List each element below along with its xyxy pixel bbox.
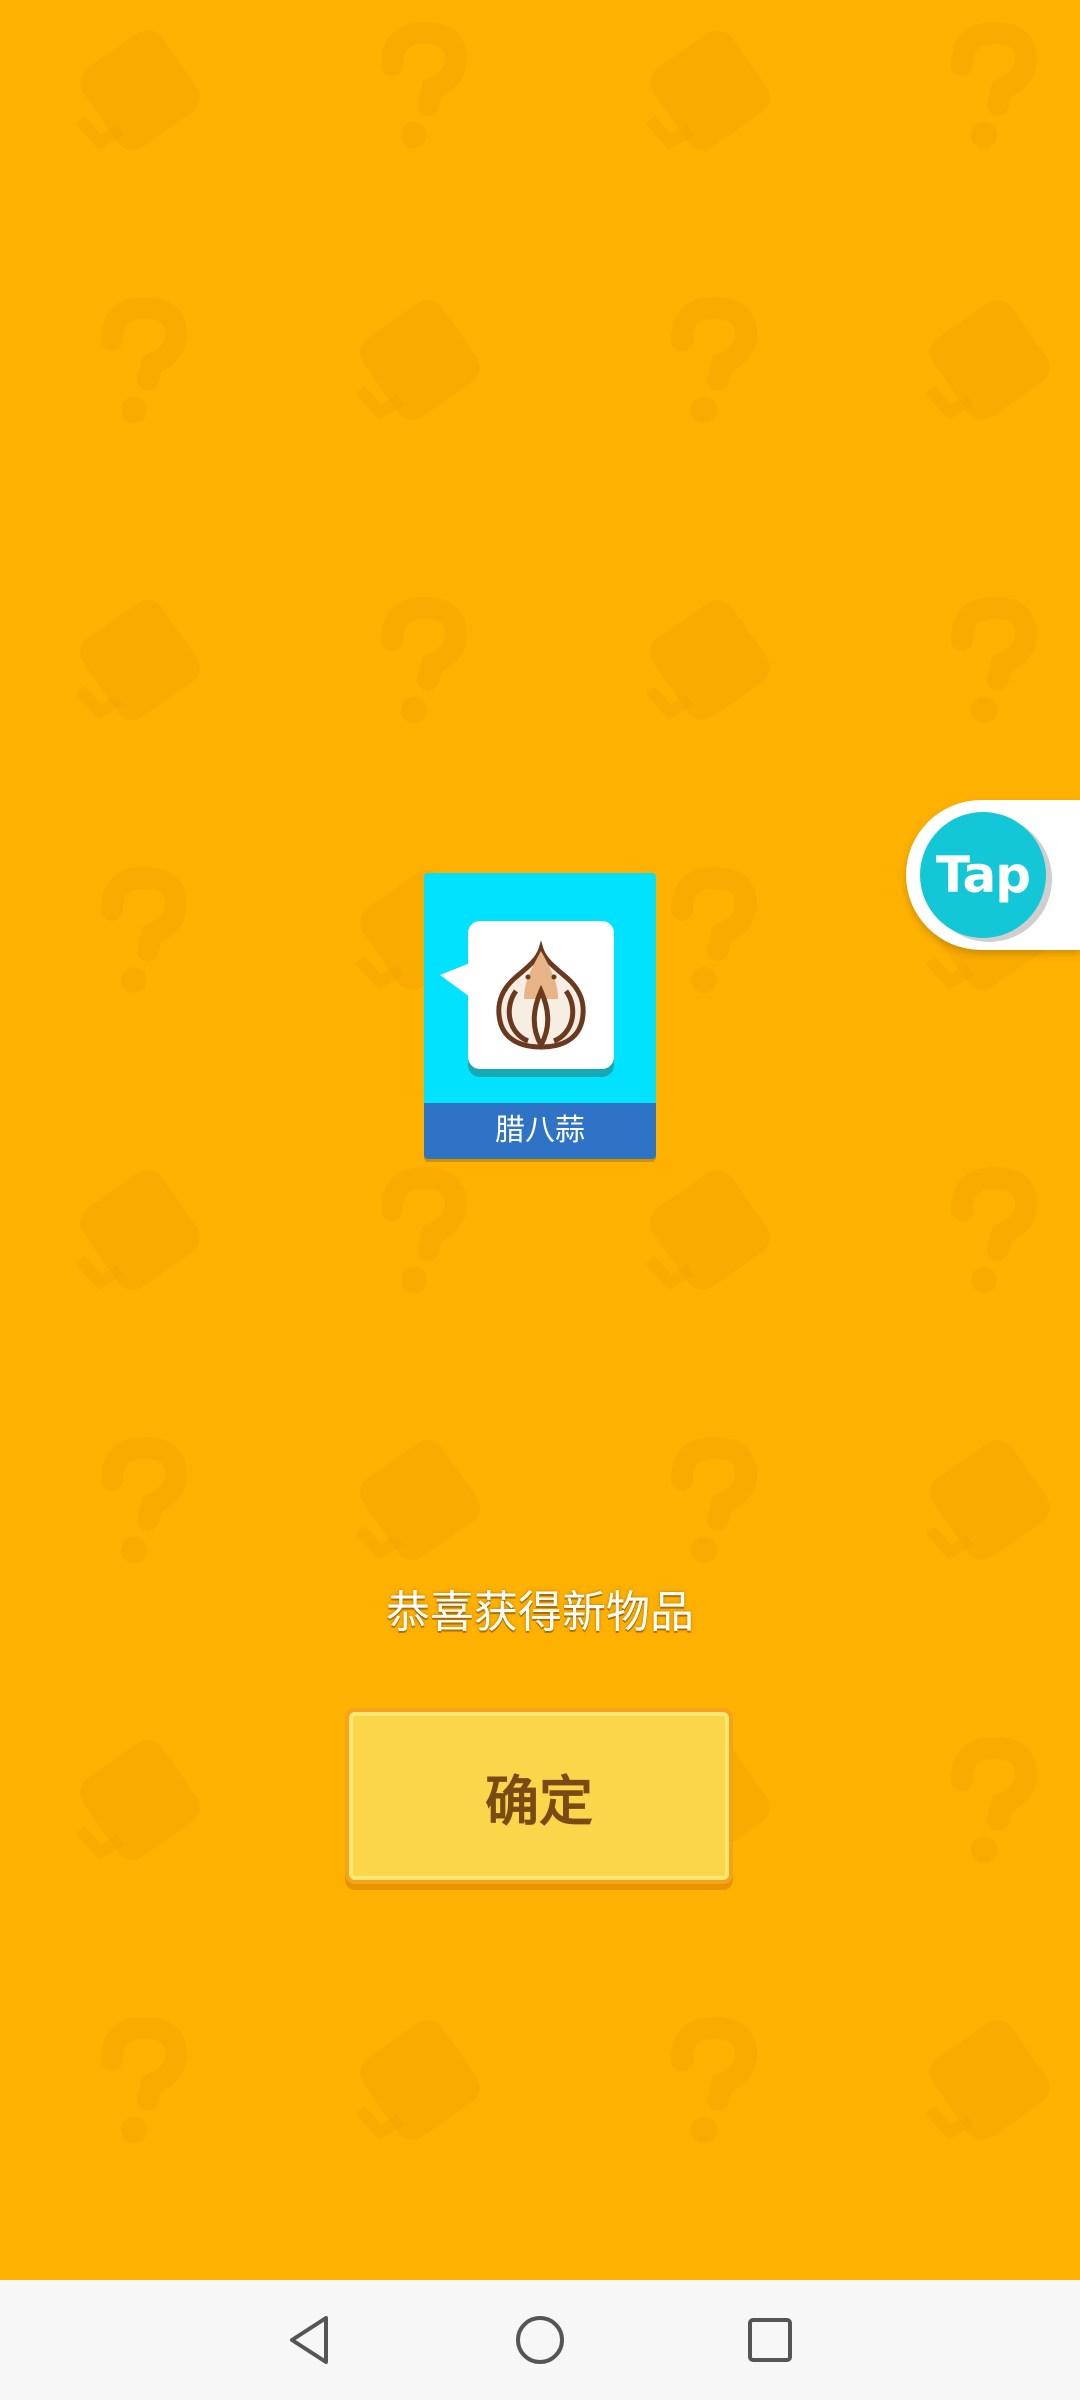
confirm-button[interactable]: 确定: [349, 1712, 729, 1880]
garlic-icon: [496, 940, 586, 1051]
recents-square-icon[interactable]: [740, 2310, 800, 2370]
system-nav-bar: [0, 2280, 1080, 2400]
home-circle-icon[interactable]: [510, 2310, 570, 2370]
item-card: 腊八蒜: [424, 873, 656, 1159]
item-icon-tile: [468, 921, 614, 1069]
reward-message: 恭喜获得新物品: [386, 1587, 694, 1638]
card-bubble-tail: [440, 963, 470, 997]
item-name: 腊八蒜: [424, 1103, 656, 1159]
tap-logo-icon: Tap: [920, 812, 1046, 938]
back-triangle-icon[interactable]: [280, 2310, 340, 2370]
tap-float-widget[interactable]: Tap: [906, 800, 1080, 950]
